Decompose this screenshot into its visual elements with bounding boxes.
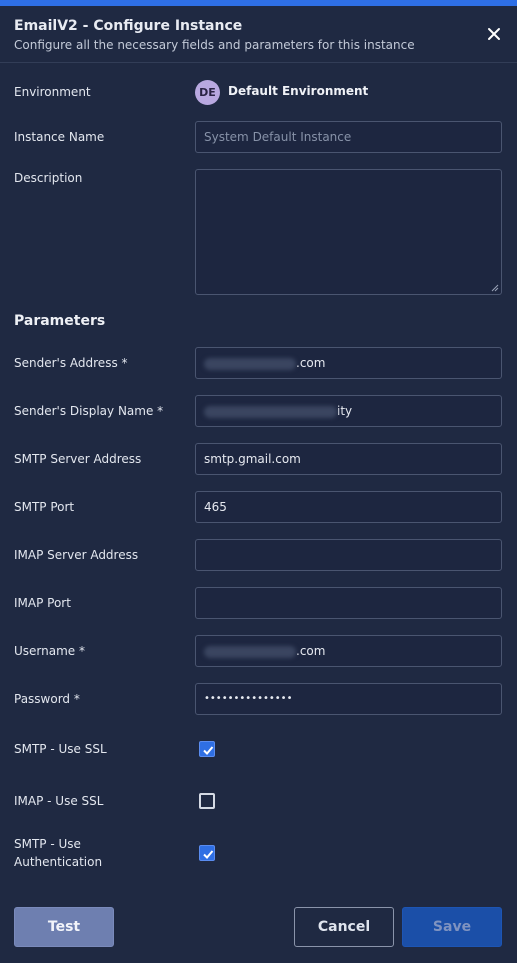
instance-name-input[interactable]: System Default Instance xyxy=(195,121,502,153)
environment-name: Default Environment xyxy=(228,84,369,98)
smtp-auth-checkbox[interactable] xyxy=(199,845,215,861)
smtp-server-input[interactable]: smtp.gmail.com xyxy=(195,443,502,475)
save-button[interactable]: Save xyxy=(402,907,502,947)
dialog-header: EmailV2 - Configure Instance Configure a… xyxy=(0,6,517,63)
smtp-auth-label-line2: Authentication xyxy=(14,855,103,869)
dialog-title: EmailV2 - Configure Instance xyxy=(14,18,243,34)
password-input[interactable]: ••••••••••••••• xyxy=(195,683,502,715)
imap-port-label: IMAP Port xyxy=(14,596,71,610)
close-icon[interactable] xyxy=(484,24,504,44)
checkmark-icon xyxy=(203,850,214,859)
imap-ssl-checkbox[interactable] xyxy=(199,793,215,809)
description-label: Description xyxy=(14,171,83,185)
password-label: Password * xyxy=(14,692,80,706)
smtp-port-label: SMTP Port xyxy=(14,500,75,514)
smtp-ssl-label: SMTP - Use SSL xyxy=(14,742,107,756)
imap-ssl-label: IMAP - Use SSL xyxy=(14,794,104,808)
environment-avatar: DE xyxy=(195,80,220,105)
imap-server-input[interactable] xyxy=(195,539,502,571)
checkmark-icon xyxy=(203,746,214,755)
description-textarea[interactable] xyxy=(195,169,502,295)
username-input[interactable]: .com xyxy=(195,635,502,667)
smtp-port-input[interactable]: 465 xyxy=(195,491,502,523)
senders-display-name-input[interactable]: ity xyxy=(195,395,502,427)
senders-address-input[interactable]: .com xyxy=(195,347,502,379)
senders-display-name-suffix: ity xyxy=(337,404,353,418)
test-button[interactable]: Test xyxy=(14,907,114,947)
imap-server-label: IMAP Server Address xyxy=(14,548,139,562)
username-suffix: .com xyxy=(296,644,326,658)
smtp-auth-label-line1: SMTP - Use xyxy=(14,837,81,851)
dialog-subtitle: Configure all the necessary fields and p… xyxy=(14,38,415,52)
redacted-text xyxy=(204,405,337,418)
senders-address-suffix: .com xyxy=(296,356,326,370)
smtp-ssl-checkbox[interactable] xyxy=(199,741,215,757)
username-label: Username * xyxy=(14,644,85,658)
cancel-button[interactable]: Cancel xyxy=(294,907,394,947)
parameters-heading: Parameters xyxy=(14,313,106,329)
senders-display-name-label: Sender's Display Name * xyxy=(14,404,164,418)
environment-label: Environment xyxy=(14,85,91,99)
senders-address-label: Sender's Address * xyxy=(14,356,128,370)
resize-handle-icon[interactable] xyxy=(491,284,499,292)
smtp-server-label: SMTP Server Address xyxy=(14,452,142,466)
redacted-text xyxy=(204,645,296,658)
imap-port-input[interactable] xyxy=(195,587,502,619)
instance-name-label: Instance Name xyxy=(14,130,105,144)
redacted-text xyxy=(204,357,296,370)
